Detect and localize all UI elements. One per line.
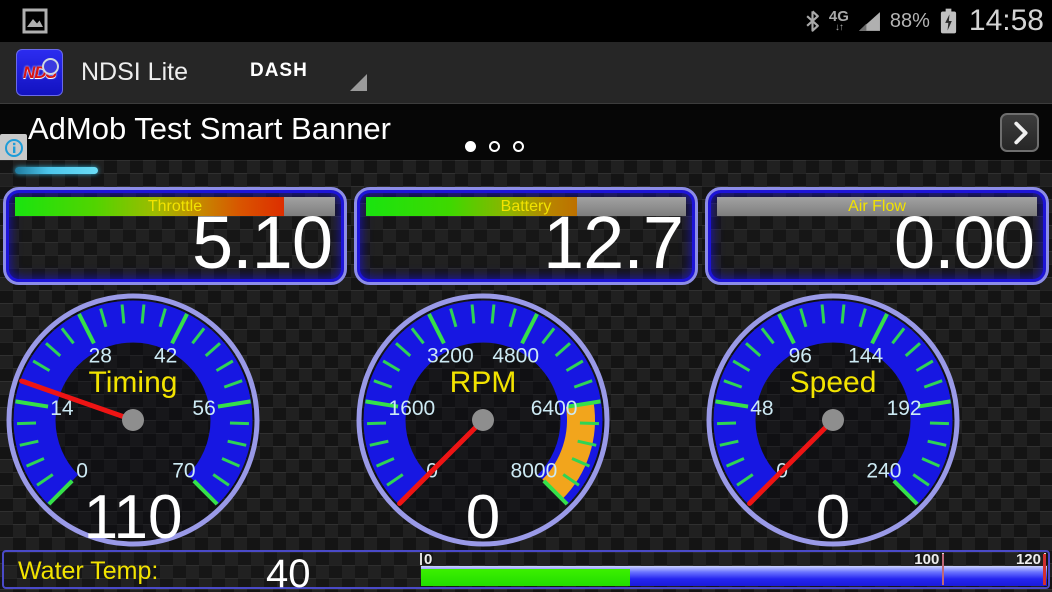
svg-text:70: 70 <box>172 459 195 482</box>
app-bar: NDS NDSI Lite DASH <box>0 42 1052 104</box>
panel-battery: Battery 12.7 <box>354 187 698 285</box>
svg-text:1600: 1600 <box>389 397 436 420</box>
svg-text:8000: 8000 <box>511 459 558 482</box>
svg-text:48: 48 <box>750 397 773 420</box>
svg-text:110: 110 <box>84 483 183 552</box>
page-indicator-dots <box>465 141 524 152</box>
svg-text:0: 0 <box>76 459 88 482</box>
svg-text:4800: 4800 <box>492 344 539 367</box>
screen: 4G ↓↑ 88% 14:58 NDS NDSI Lite DASH <box>0 0 1052 592</box>
status-bar: 4G ↓↑ 88% 14:58 <box>0 0 1052 42</box>
water-temp-bar-gauge: 0 100 120 <box>420 552 1048 587</box>
clock: 14:58 <box>969 4 1044 38</box>
panel-airflow: Air Flow 0.00 <box>705 187 1049 285</box>
svg-text:RPM: RPM <box>450 366 517 399</box>
svg-text:Timing: Timing <box>89 366 178 399</box>
water-temp-value: 40 <box>266 552 311 592</box>
svg-text:Speed: Speed <box>790 366 877 399</box>
dash-mode-spinner[interactable]: DASH <box>250 54 367 91</box>
gallery-notification-icon <box>22 8 48 34</box>
svg-text:6400: 6400 <box>531 397 578 420</box>
threshold-marker <box>942 554 944 585</box>
ad-next-button[interactable] <box>1000 113 1039 152</box>
app-title: NDSI Lite <box>81 58 188 87</box>
speed-gauge: 04896144192240Speed0 <box>693 280 973 560</box>
logo-gauge-icon <box>42 58 59 75</box>
svg-text:42: 42 <box>154 344 177 367</box>
water-temp-panel: Water Temp: 40 0 100 120 <box>2 550 1050 589</box>
4g-data-icon: 4G ↓↑ <box>829 9 849 33</box>
water-temp-scale: 0 100 120 <box>420 552 1048 566</box>
ad-banner-text: AdMob Test Smart Banner <box>28 111 391 147</box>
dot-inactive <box>489 141 500 152</box>
timing-gauge: 01428425670Timing110 <box>0 280 273 560</box>
water-temp-fill <box>421 569 630 586</box>
svg-text:0: 0 <box>816 483 850 552</box>
water-temp-track <box>421 566 1047 586</box>
bluetooth-icon <box>805 10 820 32</box>
rpm-gauge: 016003200480064008000RPM0 <box>343 280 623 560</box>
airflow-value: 0.00 <box>894 204 1034 282</box>
svg-text:144: 144 <box>848 344 883 367</box>
throttle-value: 5.10 <box>192 204 332 282</box>
svg-text:56: 56 <box>192 397 215 420</box>
svg-text:96: 96 <box>789 344 812 367</box>
app-logo-icon: NDS <box>16 49 63 96</box>
dot-active <box>465 141 476 152</box>
scale-tick <box>420 553 422 565</box>
svg-text:28: 28 <box>89 344 112 367</box>
svg-text:0: 0 <box>466 483 500 552</box>
svg-text:3200: 3200 <box>427 344 474 367</box>
dot-inactive <box>513 141 524 152</box>
water-temp-label: Water Temp: <box>18 557 158 586</box>
battery-percent: 88% <box>890 10 930 33</box>
panel-throttle: Throttle 5.10 <box>3 187 347 285</box>
battery-charging-icon <box>939 7 958 35</box>
svg-text:240: 240 <box>866 459 901 482</box>
spinner-dropdown-icon <box>350 74 367 91</box>
ad-banner[interactable]: AdMob Test Smart Banner <box>0 104 1052 160</box>
battery-value: 12.7 <box>543 204 683 282</box>
signal-strength-icon <box>858 11 881 32</box>
progress-indicator <box>15 167 98 174</box>
ad-info-icon[interactable] <box>0 134 27 162</box>
svg-text:192: 192 <box>887 397 922 420</box>
max-marker <box>1043 554 1046 585</box>
dash-menu-label: DASH <box>250 60 308 82</box>
